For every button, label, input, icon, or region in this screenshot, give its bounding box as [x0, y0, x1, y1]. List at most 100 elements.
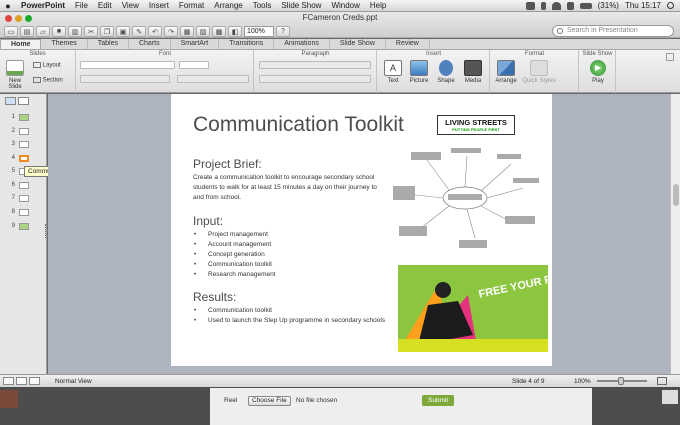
free-your-feet-poster[interactable]: FREE YOUR FEET	[398, 265, 548, 352]
font-size-select[interactable]	[179, 61, 209, 69]
picture-icon[interactable]: ▨	[196, 26, 210, 37]
tab-transitions[interactable]: Transitions	[219, 39, 275, 49]
tab-charts[interactable]: Charts	[129, 39, 171, 49]
menu-file[interactable]: File	[70, 1, 93, 10]
text-button[interactable]: A Text	[381, 60, 405, 84]
input-heading[interactable]: Input:	[193, 214, 223, 228]
bluetooth-icon[interactable]	[540, 1, 546, 10]
tab-animations[interactable]: Animations	[274, 39, 330, 49]
ribbon-collapse-icon[interactable]	[666, 53, 674, 61]
sidebar-toggle-icon[interactable]: ◧	[228, 26, 242, 37]
brief-heading[interactable]: Project Brief:	[193, 157, 262, 171]
section-button[interactable]: Section	[33, 77, 63, 84]
slide-thumb-9[interactable]: 9	[9, 221, 32, 231]
menu-slide-show[interactable]: Slide Show	[276, 1, 326, 10]
group-label-insert: Insert	[425, 51, 441, 57]
slide-canvas[interactable]: Communication Toolkit LIVING STREETS PUT…	[171, 94, 552, 366]
submit-button[interactable]: Submit	[422, 395, 455, 406]
slide-thumb-3[interactable]: 3	[9, 139, 32, 149]
align-buttons[interactable]	[259, 75, 371, 83]
picture-button[interactable]: Picture	[407, 60, 431, 84]
dock-thumbnail-right[interactable]	[662, 390, 678, 404]
menu-insert[interactable]: Insert	[144, 1, 174, 10]
gallery-icon[interactable]: ▩	[212, 26, 226, 37]
templates-icon[interactable]: ▤	[20, 26, 34, 37]
slide-thumb-4[interactable]: 4	[9, 153, 32, 163]
clock[interactable]: Thu 15:17	[625, 1, 661, 10]
battery-icon[interactable]	[579, 2, 592, 9]
tab-themes[interactable]: Themes	[41, 39, 88, 49]
open-icon[interactable]: ▱	[36, 26, 50, 37]
input-list[interactable]: Project management Account management Co…	[193, 230, 276, 280]
shape-button[interactable]: Shape	[434, 60, 458, 84]
slide-thumb-7[interactable]: 7	[9, 193, 32, 203]
choose-file-button[interactable]: Choose File	[248, 396, 291, 406]
brief-text[interactable]: Create a communication toolkit to encour…	[193, 173, 385, 203]
scroll-thumb[interactable]	[673, 184, 679, 206]
wifi-icon[interactable]	[551, 1, 561, 10]
help-icon[interactable]: ?	[276, 26, 290, 37]
mindmap-sketch[interactable]	[393, 146, 543, 256]
cut-icon[interactable]: ✂	[84, 26, 98, 37]
tab-review[interactable]: Review	[386, 39, 430, 49]
vertical-scrollbar[interactable]	[670, 94, 680, 374]
redo-icon[interactable]: ↷	[164, 26, 178, 37]
menu-tools[interactable]: Tools	[248, 1, 277, 10]
dock-thumbnail[interactable]	[0, 390, 18, 408]
list-buttons[interactable]	[259, 61, 371, 69]
save-icon[interactable]: ■	[52, 26, 66, 37]
slide-thumb-6[interactable]: 6	[9, 180, 32, 190]
slide-thumb-1[interactable]: 1	[9, 112, 32, 122]
insert-table-icon[interactable]: ▦	[180, 26, 194, 37]
slide-title[interactable]: Communication Toolkit	[193, 113, 404, 137]
copy-icon[interactable]: ❐	[100, 26, 114, 37]
apple-menu-icon[interactable]: ●	[0, 1, 16, 11]
volume-icon[interactable]	[566, 1, 574, 10]
menu-format[interactable]: Format	[174, 1, 209, 10]
tab-slide-show[interactable]: Slide Show	[330, 39, 386, 49]
outline-view-button[interactable]	[18, 97, 29, 105]
quick-styles-button[interactable]: Quick Styles	[522, 60, 556, 84]
slide-thumb-2[interactable]: 2	[9, 126, 32, 136]
presenter-view-button[interactable]	[29, 377, 40, 385]
new-icon[interactable]: ▭	[4, 26, 18, 37]
print-icon[interactable]: ▥	[68, 26, 82, 37]
tab-home[interactable]: Home	[0, 39, 42, 49]
search-placeholder: Search in Presentation	[567, 27, 638, 34]
search-input[interactable]: Search in Presentation	[552, 25, 674, 37]
fit-window-icon[interactable]	[657, 377, 667, 385]
menu-arrange[interactable]: Arrange	[209, 1, 247, 10]
font-style-buttons[interactable]	[80, 75, 170, 83]
tab-smartart[interactable]: SmartArt	[171, 39, 220, 49]
living-streets-logo[interactable]: LIVING STREETS PUTTING PEOPLE FIRST	[437, 115, 515, 135]
normal-view-button[interactable]	[3, 377, 14, 385]
media-button[interactable]: Media	[461, 60, 485, 84]
slide-number: 2	[11, 128, 15, 134]
slide-thumbnail	[19, 208, 29, 216]
play-button[interactable]: ▶ Play	[586, 60, 610, 84]
format-painter-icon[interactable]: ✎	[132, 26, 146, 37]
menu-view[interactable]: View	[117, 1, 144, 10]
slides-view-button[interactable]	[5, 97, 16, 105]
zoom-slider-thumb[interactable]	[618, 377, 624, 385]
menu-app-name[interactable]: PowerPoint	[16, 1, 70, 10]
results-heading[interactable]: Results:	[193, 290, 236, 304]
slide-thumbnail	[19, 127, 29, 135]
results-list[interactable]: Communication toolkit Used to launch the…	[193, 306, 385, 326]
slide-thumb-8[interactable]: 8	[9, 207, 32, 217]
status-icon[interactable]	[525, 1, 535, 10]
tab-tables[interactable]: Tables	[88, 39, 129, 49]
new-slide-button[interactable]: New Slide	[2, 60, 28, 90]
menu-window[interactable]: Window	[326, 1, 364, 10]
spotlight-icon[interactable]	[667, 2, 674, 9]
paste-icon[interactable]: ▣	[116, 26, 130, 37]
arrange-button[interactable]: Arrange	[493, 60, 519, 84]
undo-icon[interactable]: ↶	[148, 26, 162, 37]
layout-button[interactable]: Layout	[33, 62, 61, 69]
font-name-select[interactable]	[80, 61, 175, 69]
menu-help[interactable]: Help	[365, 1, 391, 10]
sorter-view-button[interactable]	[16, 377, 27, 385]
zoom-select[interactable]: 100%	[244, 26, 274, 37]
font-color-buttons[interactable]	[177, 75, 249, 83]
menu-edit[interactable]: Edit	[93, 1, 117, 10]
